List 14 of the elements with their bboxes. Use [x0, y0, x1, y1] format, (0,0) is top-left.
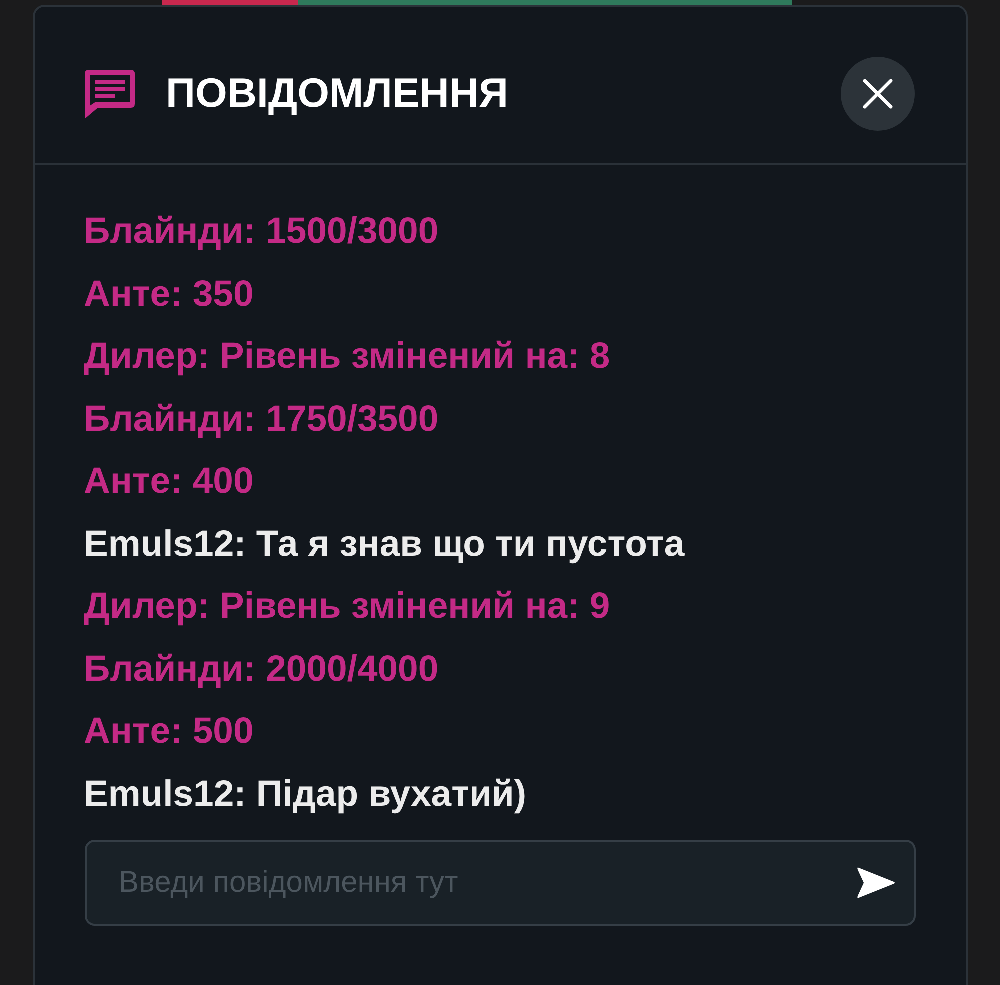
close-icon [863, 79, 893, 109]
system-message: Анте: 400 [84, 459, 255, 503]
system-message: Дилер: Рівень змінений на: 9 [84, 584, 612, 628]
chat-message: Emuls12: Підар вухатий) [84, 772, 528, 816]
dialog-title: ПОВІДОМЛЕННЯ [166, 71, 508, 117]
chat-message: Emuls12: Та я знав що ти пустота [84, 522, 686, 566]
system-message: Блайнди: 1500/3000 [84, 209, 440, 253]
message-icon [84, 69, 136, 119]
system-message: Блайнди: 2000/4000 [84, 646, 440, 690]
system-message: Анте: 350 [84, 272, 255, 316]
system-message: Блайнди: 1750/3500 [84, 396, 440, 440]
system-message: Дилер: Рівень змінений на: 8 [84, 334, 612, 378]
system-message: Анте: 500 [84, 709, 255, 753]
send-icon [856, 866, 896, 900]
